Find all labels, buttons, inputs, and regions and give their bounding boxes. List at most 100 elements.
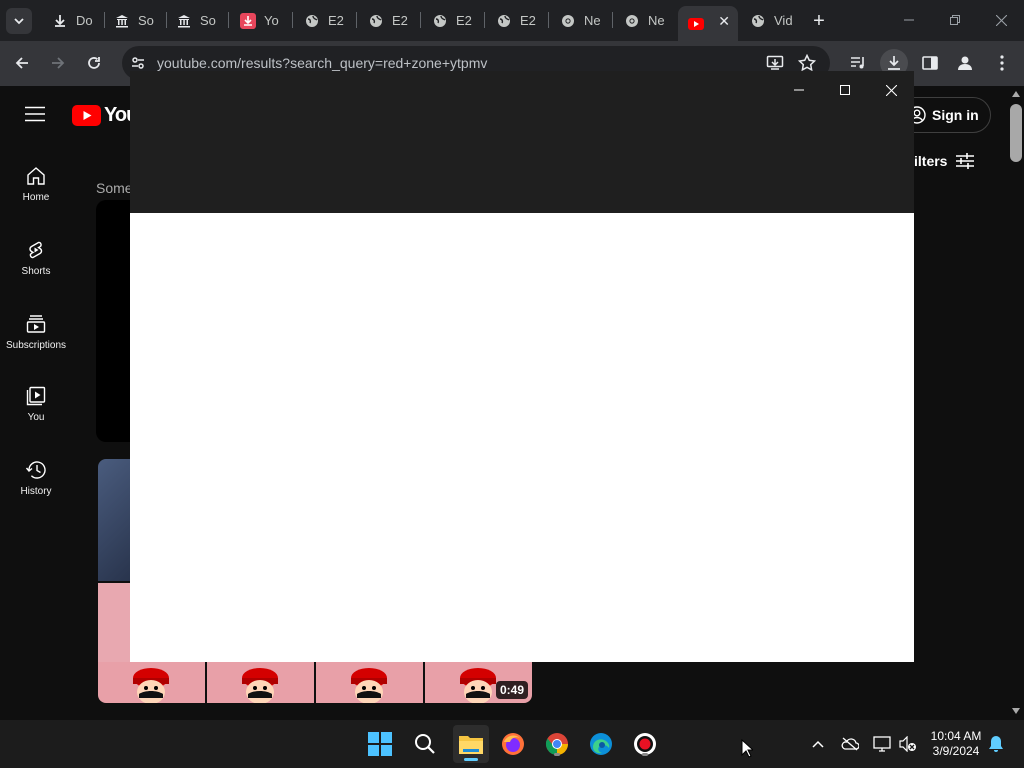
- sidebar-item-home[interactable]: Home: [0, 166, 72, 203]
- browser-tab[interactable]: Do: [42, 6, 104, 35]
- video-thumbnail-mario[interactable]: [98, 662, 205, 703]
- sidebar-item-you[interactable]: You: [0, 386, 72, 423]
- back-button[interactable]: [10, 51, 34, 75]
- tab-label: E2: [456, 13, 472, 28]
- filters-button[interactable]: ilters: [914, 152, 975, 170]
- install-app-icon[interactable]: [766, 54, 784, 72]
- browser-tab[interactable]: Ne: [550, 6, 612, 35]
- popup-minimize-button[interactable]: [784, 77, 814, 103]
- youtube-logo[interactable]: You: [72, 104, 138, 127]
- filters-label: ilters: [914, 153, 948, 169]
- taskbar-edge[interactable]: [585, 728, 617, 760]
- tab-label: Ne: [648, 13, 665, 28]
- bank-icon: [114, 13, 130, 29]
- youtube-icon: [688, 16, 704, 32]
- restore-window-button[interactable]: [940, 8, 970, 32]
- search-icon: [415, 734, 435, 754]
- close-tab-icon[interactable]: ✕: [718, 13, 730, 30]
- tab-label: E2: [392, 13, 408, 28]
- taskbar-firefox[interactable]: [497, 728, 529, 760]
- browser-tab[interactable]: Yo: [230, 6, 292, 35]
- network-tray-button[interactable]: [872, 734, 892, 754]
- tab-divider: [356, 12, 357, 28]
- new-tab-button[interactable]: +: [808, 10, 830, 32]
- media-controls-button[interactable]: [848, 53, 868, 73]
- sidebar-item-label: You: [27, 412, 45, 423]
- minimize-window-button[interactable]: [894, 8, 924, 32]
- volume-muted-icon: [899, 736, 916, 752]
- hamburger-icon: [25, 106, 45, 122]
- volume-tray-button[interactable]: [898, 734, 918, 754]
- chevron-up-icon: [812, 740, 824, 748]
- tab-label: Do: [76, 13, 93, 28]
- sidebar-item-label: Subscriptions: [5, 340, 67, 351]
- browser-tab-active[interactable]: ✕: [678, 6, 738, 41]
- home-icon: [27, 167, 45, 185]
- sidebar-item-shorts[interactable]: Shorts: [0, 240, 72, 277]
- page-scrollbar[interactable]: [1008, 86, 1024, 720]
- tab-label: E2: [520, 13, 536, 28]
- scroll-up-icon[interactable]: [1012, 91, 1020, 97]
- browser-tab[interactable]: Ne: [614, 6, 676, 35]
- notifications-button[interactable]: [986, 734, 1006, 754]
- running-app-indicator: [642, 753, 648, 756]
- browser-menu-button[interactable]: [992, 53, 1012, 73]
- browser-tab[interactable]: So: [104, 6, 166, 35]
- mario-face-icon: [133, 668, 169, 703]
- popup-maximize-button[interactable]: [830, 77, 860, 103]
- chevron-down-icon: [14, 18, 24, 25]
- subscriptions-icon: [26, 315, 46, 333]
- onedrive-tray-button[interactable]: [840, 734, 860, 754]
- system-clock[interactable]: 10:04 AM 3/9/2024: [921, 729, 991, 759]
- tab-label: Yo: [264, 13, 279, 28]
- side-panel-icon: [922, 56, 938, 70]
- scroll-thumb[interactable]: [1010, 104, 1022, 162]
- minimize-icon: [794, 89, 804, 91]
- close-icon: [995, 14, 1007, 26]
- tune-icon: [956, 153, 975, 169]
- edge-icon: [590, 733, 612, 755]
- sign-in-label: Sign in: [932, 107, 979, 123]
- start-button[interactable]: [364, 728, 396, 760]
- bell-icon: [989, 736, 1003, 752]
- reload-icon: [88, 57, 100, 69]
- mario-face-icon: [242, 668, 278, 703]
- taskbar-recorder[interactable]: [629, 728, 661, 760]
- pdf-download-icon: [240, 12, 256, 29]
- forward-button[interactable]: [46, 51, 70, 75]
- taskbar-file-explorer[interactable]: [453, 725, 489, 763]
- video-thumbnail-mario[interactable]: 0:49: [425, 662, 532, 703]
- sidebar-item-history[interactable]: History: [0, 460, 72, 497]
- profile-button[interactable]: [955, 53, 975, 73]
- tab-divider: [420, 12, 421, 28]
- guide-menu-button[interactable]: [25, 106, 45, 122]
- reload-button[interactable]: [82, 51, 106, 75]
- popup-close-button[interactable]: [876, 77, 906, 103]
- tab-label: Ne: [584, 13, 601, 28]
- cloud-off-icon: [841, 737, 859, 751]
- browser-tab[interactable]: So: [166, 6, 228, 35]
- sidebar-item-label: Shorts: [21, 266, 51, 277]
- sidebar-item-subscriptions[interactable]: Subscriptions: [0, 314, 72, 351]
- close-window-button[interactable]: [986, 8, 1016, 32]
- tab-search-button[interactable]: [6, 8, 32, 34]
- popup-content: [130, 213, 914, 662]
- browser-tab[interactable]: E2: [358, 6, 420, 35]
- browser-tab[interactable]: E2: [294, 6, 356, 35]
- site-settings-icon[interactable]: [130, 55, 146, 71]
- video-thumbnail-mario[interactable]: [316, 662, 423, 703]
- taskbar-chrome[interactable]: [541, 728, 573, 760]
- browser-tab[interactable]: E2: [486, 6, 548, 35]
- browser-tab[interactable]: Vid: [740, 6, 802, 35]
- folder-icon: [459, 736, 483, 754]
- taskbar: 10:04 AM 3/9/2024: [0, 720, 1024, 768]
- tab-divider: [612, 12, 613, 28]
- side-panel-button[interactable]: [920, 53, 940, 73]
- taskbar-search-button[interactable]: [409, 728, 441, 760]
- sidebar-item-label: Home: [22, 192, 50, 203]
- bookmark-star-icon[interactable]: [798, 54, 816, 72]
- video-thumbnail-mario[interactable]: [207, 662, 314, 703]
- scroll-down-icon[interactable]: [1012, 708, 1020, 714]
- show-hidden-icons-button[interactable]: [808, 734, 828, 754]
- browser-tab[interactable]: E2: [422, 6, 484, 35]
